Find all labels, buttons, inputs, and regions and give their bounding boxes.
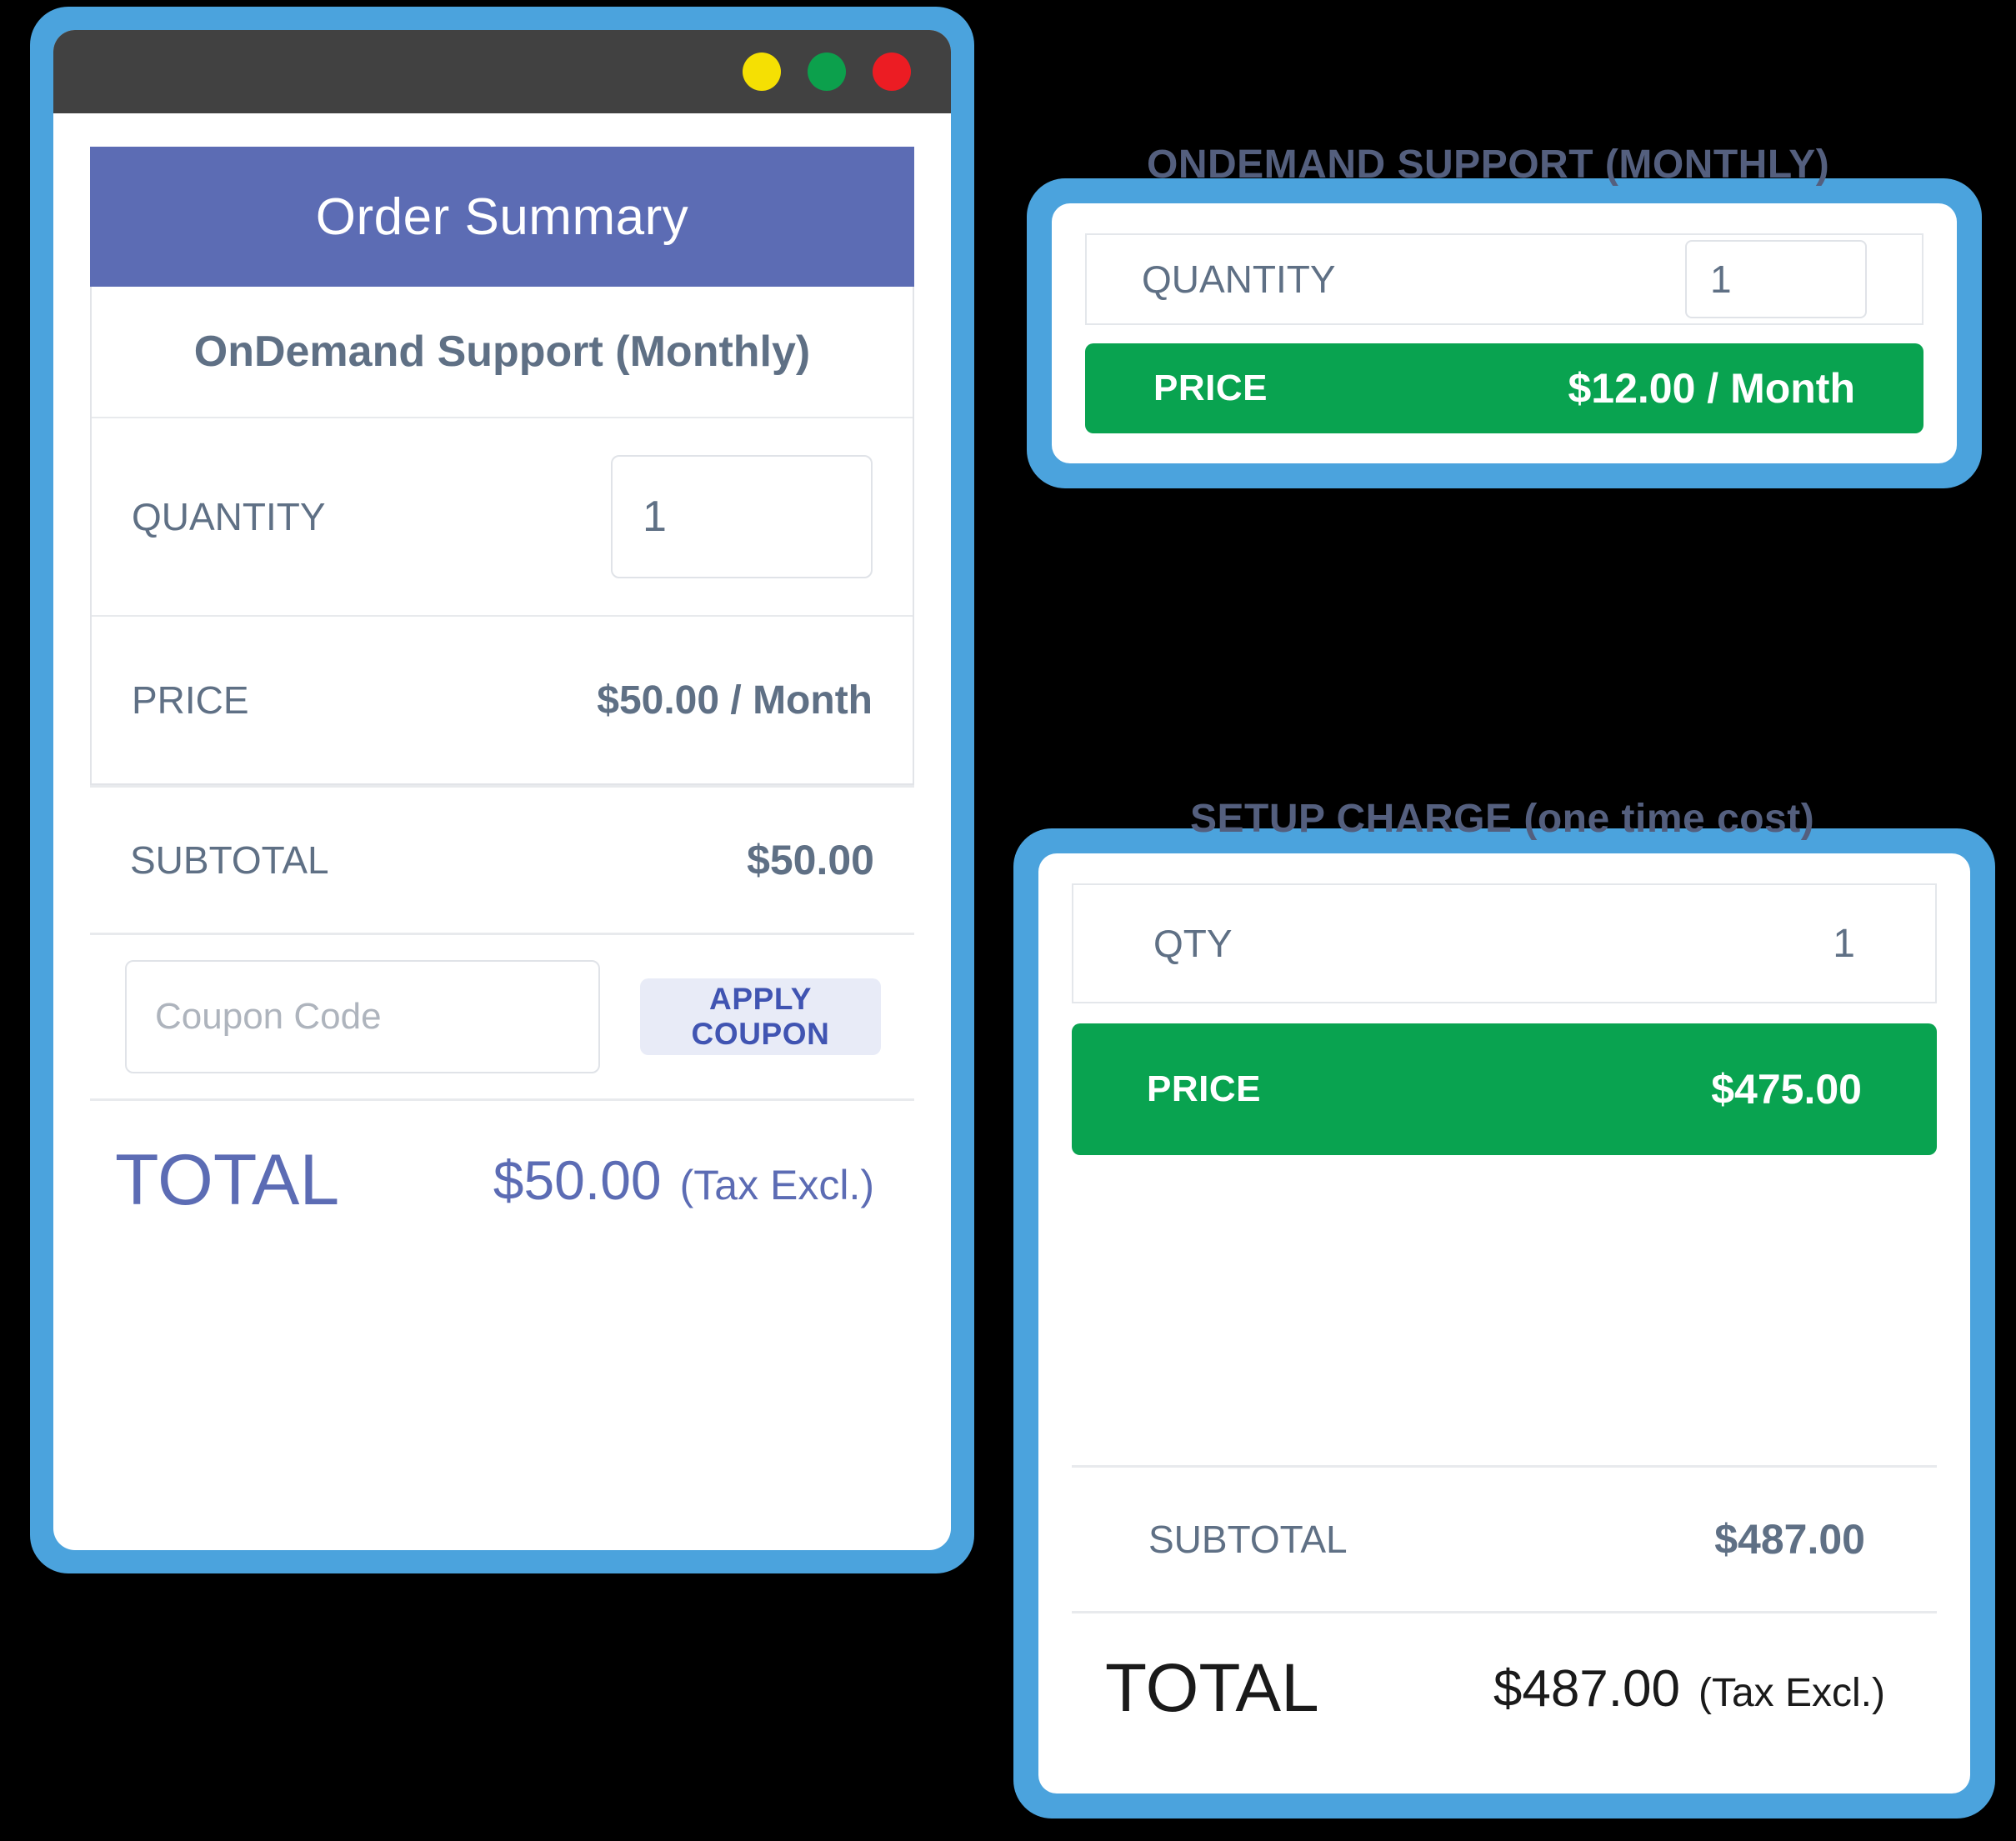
monthly-card-heading: ONDEMAND SUPPORT (MONTHLY) — [1147, 143, 1830, 187]
total-amount: $50.00 — [493, 1149, 662, 1211]
setup-total-tax-note: (Tax Excl.) — [1698, 1670, 1885, 1715]
total-row: TOTAL $50.00 (Tax Excl.) — [90, 1101, 914, 1259]
close-dot-icon[interactable] — [873, 53, 911, 91]
subtotal-value: $50.00 — [747, 837, 874, 883]
monthly-price-value: $12.00 / Month — [1568, 365, 1855, 413]
setup-subtotal-label: SUBTOTAL — [1148, 1518, 1348, 1561]
total-tax-note: (Tax Excl.) — [679, 1162, 874, 1208]
setup-subtotal-value: $487.00 — [1714, 1516, 1865, 1563]
setup-card-spacer — [1072, 1178, 1937, 1465]
price-label: PRICE — [132, 678, 249, 722]
screenshot-root: Order Summary OnDemand Support (Monthly)… — [0, 0, 2016, 1841]
quantity-label: QUANTITY — [132, 495, 326, 538]
setup-price-bar: PRICE $475.00 — [1072, 1023, 1937, 1155]
coupon-code-input[interactable] — [125, 960, 600, 1073]
setup-price-value: $475.00 — [1711, 1066, 1862, 1113]
setup-total-label: TOTAL — [1105, 1650, 1319, 1726]
price-value: $50.00 / Month — [597, 678, 873, 723]
browser-titlebar — [53, 30, 951, 113]
setup-card-heading: SETUP CHARGE (one time cost) — [1190, 797, 1815, 841]
maximize-dot-icon[interactable] — [808, 53, 846, 91]
monthly-card-frame: QUANTITY PRICE $12.00 / Month — [1027, 178, 1982, 488]
total-label: TOTAL — [115, 1139, 340, 1220]
subtotal-label: SUBTOTAL — [130, 838, 329, 882]
setup-total-row: TOTAL $487.00 (Tax Excl.) — [1072, 1613, 1937, 1763]
apply-coupon-button[interactable]: APPLY COUPON — [640, 978, 881, 1055]
monthly-price-bar: PRICE $12.00 / Month — [1085, 343, 1923, 433]
order-summary-title: Order Summary — [90, 147, 914, 287]
setup-price-label: PRICE — [1147, 1068, 1261, 1109]
quantity-input[interactable] — [611, 455, 873, 578]
minimize-dot-icon[interactable] — [743, 53, 781, 91]
setup-qty-value: 1 — [1833, 921, 1855, 966]
setup-card: QTY 1 PRICE $475.00 SUBTOTAL $487.00 TOT… — [1038, 853, 1970, 1793]
line-item-box: OnDemand Support (Monthly) QUANTITY PRIC… — [90, 287, 914, 785]
setup-qty-row: QTY 1 — [1072, 883, 1937, 1003]
browser-frame: Order Summary OnDemand Support (Monthly)… — [30, 7, 974, 1573]
order-summary-panel: Order Summary OnDemand Support (Monthly)… — [53, 113, 951, 1550]
setup-total-amount: $487.00 — [1493, 1659, 1680, 1718]
setup-card-frame: QTY 1 PRICE $475.00 SUBTOTAL $487.00 TOT… — [1013, 828, 1995, 1818]
coupon-row: APPLY COUPON — [90, 935, 914, 1098]
total-value-group: $50.00 (Tax Excl.) — [493, 1148, 874, 1212]
price-row: PRICE $50.00 / Month — [92, 617, 913, 783]
setup-total-value-group: $487.00 (Tax Excl.) — [1493, 1659, 1885, 1718]
monthly-card: QUANTITY PRICE $12.00 / Month — [1052, 203, 1957, 463]
monthly-quantity-label: QUANTITY — [1142, 258, 1336, 302]
quantity-row: QUANTITY — [92, 418, 913, 617]
setup-subtotal-row: SUBTOTAL $487.00 — [1072, 1468, 1937, 1611]
browser-window: Order Summary OnDemand Support (Monthly)… — [53, 30, 951, 1550]
setup-qty-label: QTY — [1153, 922, 1233, 965]
monthly-price-label: PRICE — [1153, 368, 1268, 409]
subtotal-row: SUBTOTAL $50.00 — [90, 788, 914, 933]
monthly-quantity-input[interactable] — [1685, 240, 1867, 319]
monthly-quantity-row: QUANTITY — [1085, 233, 1923, 326]
product-name: OnDemand Support (Monthly) — [92, 287, 913, 418]
